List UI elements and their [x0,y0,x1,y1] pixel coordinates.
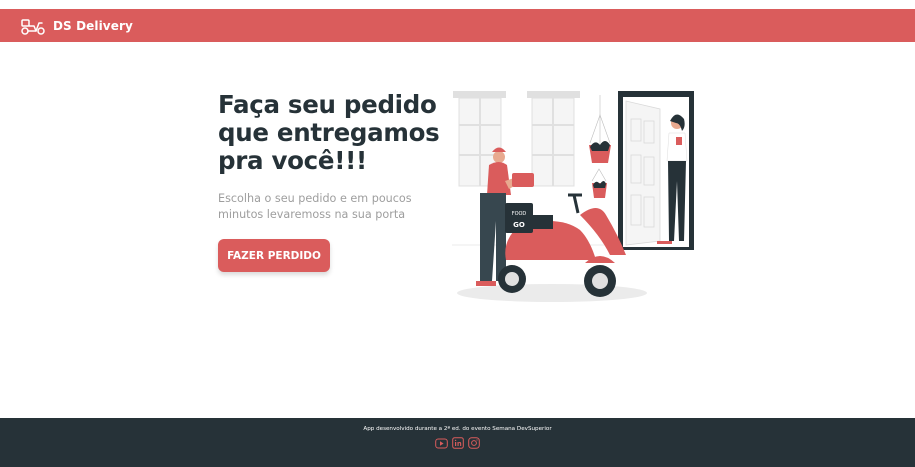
order-button[interactable]: FAZER PERDIDO [218,239,330,272]
hero-title-line-2: que entregamos [218,118,440,147]
youtube-icon[interactable] [435,437,448,449]
scooter-illustration: FOOD GO [498,193,626,297]
window-right-illustration [527,91,580,187]
footer-social-links [435,437,480,449]
hero-subtitle: Escolha o seu pedido e em poucos minutos… [218,192,412,221]
app-title[interactable]: DS Delivery [53,19,133,33]
footer: App desenvolvido durante a 2ª ed. do eve… [0,418,915,467]
scooter-icon[interactable] [20,16,46,36]
linkedin-icon[interactable] [451,437,464,449]
footer-text: App desenvolvido durante a 2ª ed. do eve… [363,426,552,432]
food-box-label-1: FOOD [512,211,527,217]
navbar: DS Delivery [0,9,915,42]
hero-title-line-1: Faça seu pedido [218,90,437,119]
delivery-scooter-illustration: FOOD GO [450,85,700,307]
hero-title: Faça seu pedido que entregamos pra você!… [218,91,458,175]
food-box-label-2: GO [513,221,525,229]
instagram-icon[interactable] [467,437,480,449]
hero-title-line-3: pra você!!! [218,146,367,175]
hanging-plants-illustration [589,95,611,198]
hero-text-section: Faça seu pedido que entregamos pra você!… [218,91,458,272]
